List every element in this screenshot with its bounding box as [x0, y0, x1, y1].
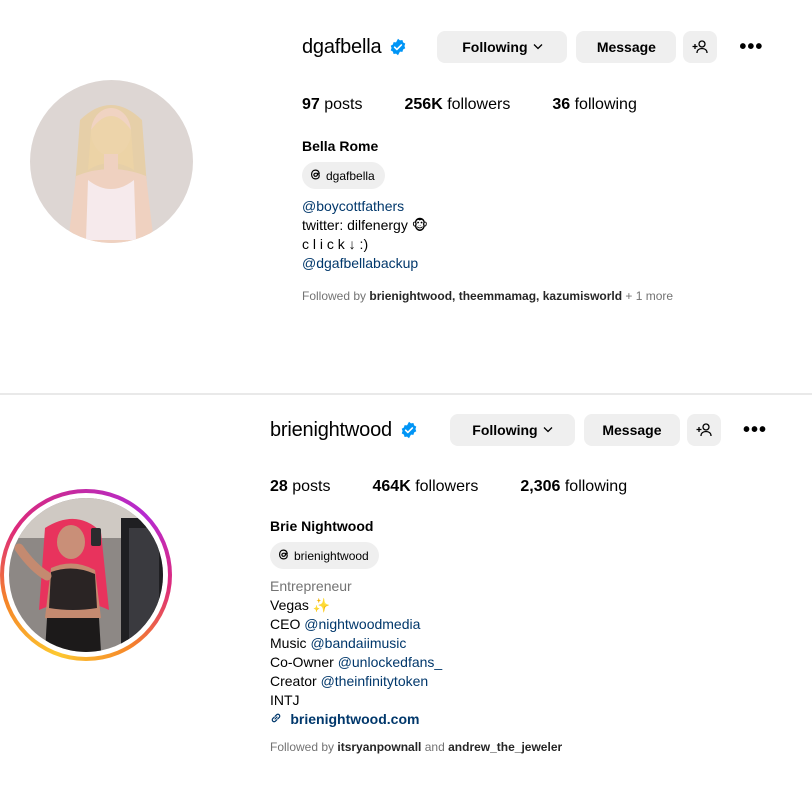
- full-name: Bella Rome: [302, 138, 379, 154]
- followed-by-name: andrew_the_jeweler: [448, 740, 563, 754]
- bio-line: c l i c k ↓ :): [302, 236, 369, 252]
- followed-by[interactable]: Followed by brienightwood, theemmamag, k…: [302, 289, 673, 303]
- threads-badge[interactable]: dgafbella: [302, 162, 385, 189]
- following-label: following: [564, 478, 628, 495]
- bio-text: CEO: [270, 616, 305, 632]
- bio-text: Music: [270, 635, 311, 651]
- following-number: 36: [552, 96, 571, 113]
- followers-number: 256K: [404, 96, 443, 113]
- profile-header-brienightwood: brienightwood Following Message ••• 28 p…: [0, 393, 812, 808]
- posts-label: posts: [324, 96, 363, 113]
- bio-text: INTJ: [270, 692, 300, 708]
- followed-by-more: + 1 more: [622, 289, 674, 303]
- posts-count[interactable]: 28 posts: [270, 478, 331, 496]
- threads-icon: [310, 168, 322, 184]
- profile-stats: 28 posts 464K followers 2,306 following: [270, 478, 669, 496]
- followed-by-and: and: [421, 740, 449, 754]
- following-button[interactable]: Following: [449, 414, 575, 446]
- link-chain-icon: [270, 713, 285, 727]
- following-button-label: Following: [462, 39, 528, 55]
- following-count[interactable]: 36 following: [552, 96, 637, 114]
- message-button[interactable]: Message: [583, 414, 680, 446]
- following-number: 2,306: [520, 478, 561, 495]
- following-button[interactable]: Following: [437, 31, 568, 63]
- followed-by[interactable]: Followed by itsryanpownall and andrew_th…: [270, 740, 562, 754]
- bio-text: Creator: [270, 673, 321, 689]
- posts-count[interactable]: 97 posts: [302, 96, 363, 114]
- bio-line: INTJ: [270, 691, 442, 710]
- bio-mention-link[interactable]: @boycottfathers: [302, 197, 428, 216]
- followed-by-names: brienightwood, theemmamag, kazumisworld: [369, 289, 623, 303]
- chevron-down-icon: [543, 424, 553, 436]
- chevron-down-icon: [533, 41, 543, 53]
- followed-by-name: itsryanpownall: [337, 740, 422, 754]
- verified-badge-icon: [389, 38, 407, 56]
- profile-stats: 97 posts 256K followers 36 following: [302, 96, 679, 114]
- bio: Entrepreneur Vegas ✨ CEO @nightwoodmedia…: [270, 577, 442, 730]
- bio-line: twitter: dilfenergy 🐵: [302, 217, 428, 233]
- threads-badge[interactable]: brienightwood: [270, 542, 379, 569]
- avatar-image: [30, 80, 193, 243]
- external-link-text: brienightwood.com: [290, 711, 420, 727]
- followed-by-prefix: Followed by: [270, 740, 338, 754]
- more-options-icon[interactable]: •••: [743, 420, 767, 440]
- avatar-image: [9, 498, 163, 652]
- bio-line: Vegas ✨: [270, 596, 442, 615]
- threads-handle: brienightwood: [294, 548, 369, 563]
- following-button-label: Following: [472, 422, 538, 438]
- suggest-users-button[interactable]: [683, 31, 718, 63]
- username: dgafbella: [302, 35, 382, 58]
- bio-line: CEO @nightwoodmedia: [270, 615, 442, 634]
- followers-label: followers: [447, 96, 511, 113]
- profile-header-dgafbella: dgafbella Following Message ••• 97 posts…: [0, 0, 812, 393]
- threads-icon: [278, 548, 290, 564]
- followers-count[interactable]: 464K followers: [373, 478, 479, 496]
- followers-number: 464K: [372, 478, 411, 495]
- following-count[interactable]: 2,306 following: [520, 478, 627, 496]
- posts-number: 28: [270, 478, 288, 495]
- full-name: Brie Nightwood: [270, 518, 374, 534]
- more-options-icon[interactable]: •••: [739, 37, 763, 57]
- bio-mention-link[interactable]: @nightwoodmedia: [304, 616, 420, 632]
- avatar[interactable]: [30, 80, 193, 243]
- followed-by-prefix: Followed by: [302, 289, 370, 303]
- following-label: following: [574, 96, 637, 113]
- bio-text: Co-Owner: [270, 654, 338, 670]
- add-user-icon: [696, 423, 712, 437]
- followers-label: followers: [415, 478, 479, 495]
- external-link[interactable]: brienightwood.com: [270, 710, 442, 730]
- posts-label: posts: [292, 478, 331, 495]
- bio-mention-link[interactable]: @bandaiimusic: [310, 635, 406, 651]
- bio-line: Co-Owner @unlockedfans_: [270, 653, 442, 672]
- bio-line: Creator @theinfinitytoken: [270, 672, 442, 691]
- bio: @boycottfathers twitter: dilfenergy 🐵 c …: [302, 197, 428, 273]
- threads-handle: dgafbella: [326, 168, 375, 183]
- posts-number: 97: [302, 96, 320, 113]
- bio-text: Vegas ✨: [270, 597, 331, 613]
- username: brienightwood: [270, 418, 392, 441]
- bio-mention-link[interactable]: @unlockedfans_: [338, 654, 443, 670]
- bio-mention-link[interactable]: @dgafbellabackup: [302, 254, 428, 273]
- avatar[interactable]: [9, 498, 163, 652]
- followers-count[interactable]: 256K followers: [405, 96, 511, 114]
- suggest-users-button[interactable]: [686, 414, 721, 446]
- profile-header-row: brienightwood Following Message •••: [270, 411, 767, 449]
- add-user-icon: [692, 40, 709, 54]
- profile-header-row: dgafbella Following Message •••: [302, 28, 763, 66]
- message-button[interactable]: Message: [576, 31, 677, 63]
- verified-badge-icon: [400, 421, 418, 439]
- category-label: Entrepreneur: [270, 578, 352, 594]
- bio-mention-link[interactable]: @theinfinitytoken: [321, 673, 429, 689]
- bio-line: Music @bandaiimusic: [270, 634, 442, 653]
